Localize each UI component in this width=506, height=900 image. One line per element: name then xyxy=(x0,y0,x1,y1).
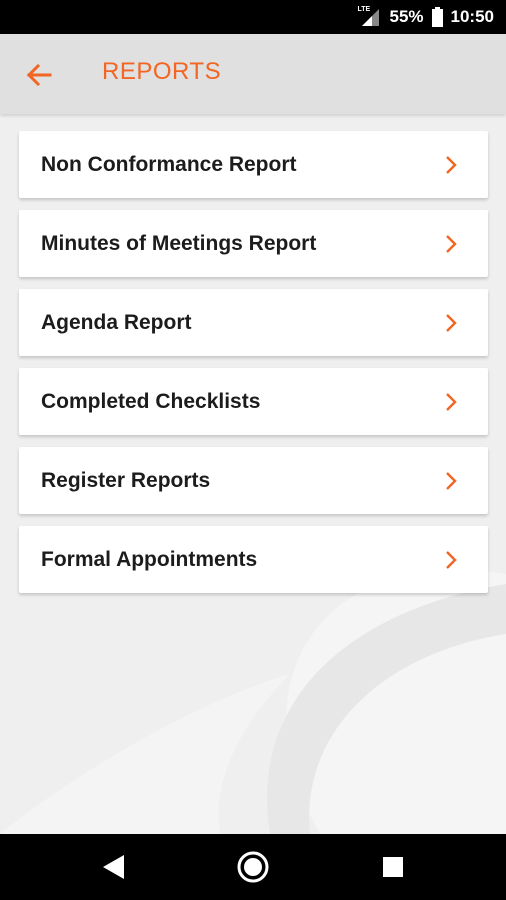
app-bar: REPORTS xyxy=(0,34,506,114)
chevron-right-icon xyxy=(446,471,457,490)
report-item-non-conformance[interactable]: Non Conformance Report xyxy=(19,131,488,198)
nav-recents-button[interactable] xyxy=(376,850,410,884)
navigation-bar xyxy=(0,834,506,900)
report-item-label: Agenda Report xyxy=(41,310,192,334)
report-item-label: Formal Appointments xyxy=(41,547,258,571)
report-item-label: Register Reports xyxy=(41,468,211,492)
chevron-right-icon xyxy=(446,234,457,253)
battery-percent: 55% xyxy=(389,7,424,26)
nav-back-button[interactable] xyxy=(97,850,131,884)
triangle-back-icon xyxy=(103,855,124,879)
circle-home-icon xyxy=(237,851,269,883)
report-item-label: Completed Checklists xyxy=(41,389,261,413)
report-item-completed-checklists[interactable]: Completed Checklists xyxy=(19,368,488,435)
chevron-right-icon xyxy=(446,392,457,411)
chevron-right-icon xyxy=(446,550,457,569)
report-item-label: Minutes of Meetings Report xyxy=(41,231,317,255)
arrow-left-icon xyxy=(26,64,52,86)
report-list: Non Conformance Report Minutes of Meetin… xyxy=(19,131,488,605)
chevron-right-icon xyxy=(446,155,457,174)
clock: 10:50 xyxy=(450,7,494,26)
report-item-register-reports[interactable]: Register Reports xyxy=(19,447,488,514)
signal-lte-icon: LTE xyxy=(355,6,381,28)
report-item-agenda[interactable]: Agenda Report xyxy=(19,289,488,356)
status-bar: LTE 55% 10:50 xyxy=(0,0,506,34)
battery-icon xyxy=(431,7,443,27)
back-button[interactable] xyxy=(20,56,58,94)
square-recents-icon xyxy=(383,857,403,877)
nav-home-button[interactable] xyxy=(236,850,270,884)
report-item-formal-appointments[interactable]: Formal Appointments xyxy=(19,526,488,593)
report-item-minutes-of-meetings[interactable]: Minutes of Meetings Report xyxy=(19,210,488,277)
page-title: REPORTS xyxy=(102,58,222,85)
chevron-right-icon xyxy=(446,313,457,332)
report-item-label: Non Conformance Report xyxy=(41,152,297,176)
